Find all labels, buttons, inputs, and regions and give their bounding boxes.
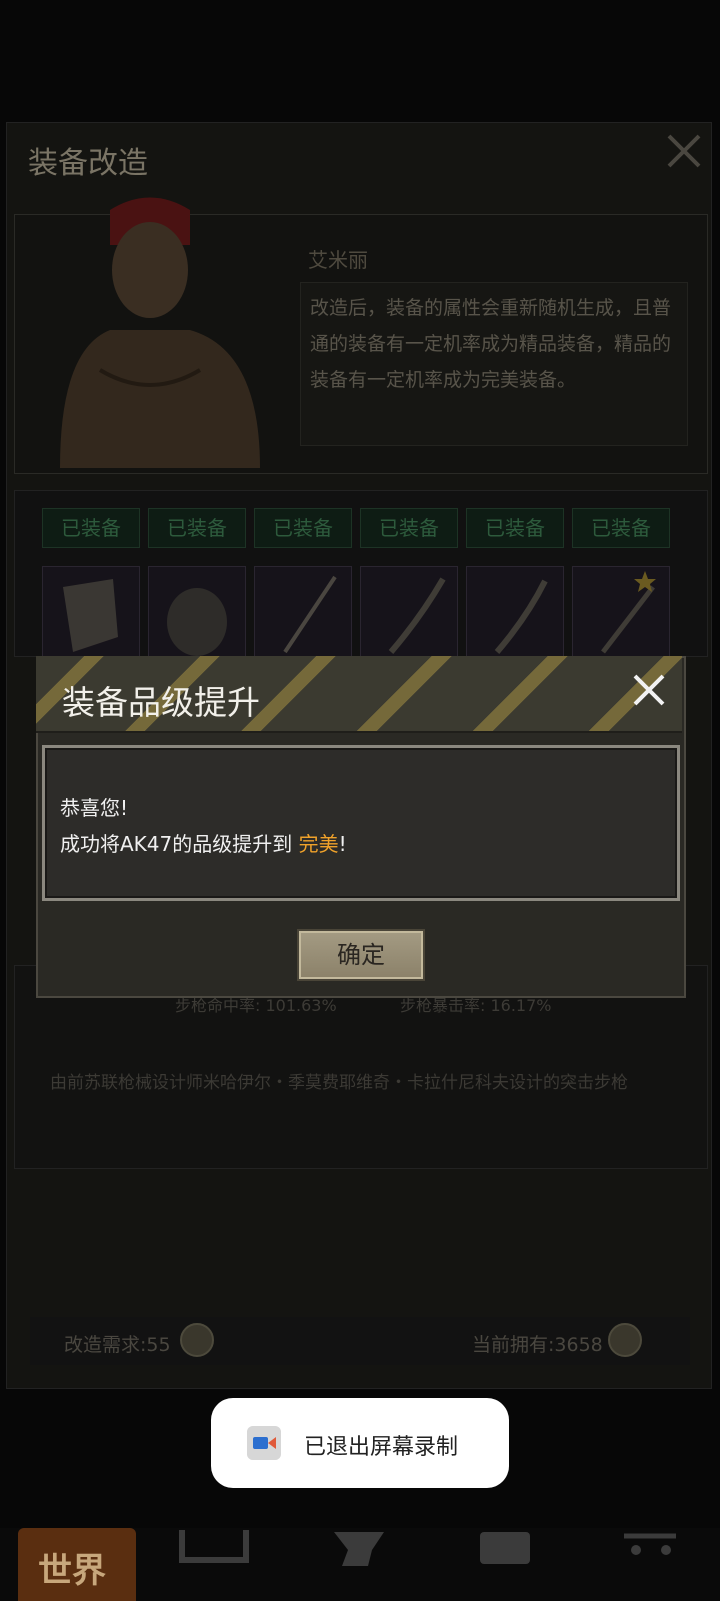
modify-requirement: 改造需求:55: [64, 1334, 171, 1356]
grid-menu-icon[interactable]: [478, 1530, 534, 1570]
equipment-slot[interactable]: [148, 566, 246, 658]
equipment-slot[interactable]: [360, 566, 458, 658]
slot-equipped-tag: 已装备: [572, 508, 670, 548]
slot-equipped-tag: 已装备: [148, 508, 246, 548]
slot-equipped-tag: 已装备: [360, 508, 458, 548]
upgrade-result-text: 成功将AK47的品级提升到 完美!: [60, 828, 347, 857]
equipment-description: 由前苏联枪械设计师米哈伊尔・季莫费耶维奇・卡拉什尼科夫设计的突击步枪: [50, 1073, 628, 1093]
dialog-close-icon[interactable]: [630, 670, 668, 710]
weapon-icon: [283, 575, 337, 654]
panel-title: 装备改造: [28, 146, 148, 181]
slot-equipped-tag: 已装备: [42, 508, 140, 548]
equipment-slot[interactable]: [572, 566, 670, 658]
coin-icon: [608, 1323, 642, 1357]
sword-icon: [601, 571, 656, 654]
congrats-text: 恭喜您!: [60, 796, 129, 820]
blade-icon: [494, 579, 548, 654]
toast-message: 已退出屏幕录制: [304, 1435, 459, 1460]
blade-icon: [388, 577, 446, 654]
bag-icon[interactable]: [178, 1530, 250, 1570]
confirm-button[interactable]: 确定: [297, 929, 425, 981]
equipment-slot[interactable]: [254, 566, 352, 658]
coin-icon: [180, 1323, 214, 1357]
slot-equipped-tag: 已装备: [254, 508, 352, 548]
armor-icon: [167, 588, 227, 656]
upgrade-result-suffix: !: [338, 832, 347, 856]
panel-close-icon[interactable]: [665, 132, 703, 170]
owned-amount: 当前拥有:3658: [472, 1334, 603, 1356]
nav-tab-world-label: 世界: [38, 1551, 106, 1591]
npc-speech-text: 改造后，装备的属性会重新随机生成，且普通的装备有一定机率成为精品装备，精品的装备…: [310, 297, 672, 391]
dialog-title: 装备品级提升: [62, 683, 260, 722]
equipment-slot[interactable]: [466, 566, 564, 658]
slot-equipped-tag: 已装备: [466, 508, 564, 548]
quality-label: 完美: [298, 832, 339, 856]
cart-icon[interactable]: [620, 1530, 680, 1570]
npc-portrait: [60, 197, 260, 468]
anvil-icon[interactable]: [328, 1530, 388, 1570]
video-camera-icon: [247, 1426, 281, 1460]
shield-icon: [63, 579, 118, 652]
npc-name: 艾米丽: [308, 248, 368, 272]
upgrade-result-prefix: 成功将AK47的品级提升到: [60, 832, 299, 856]
equipment-slot[interactable]: [42, 566, 140, 658]
dialog-message-box: [42, 745, 680, 901]
